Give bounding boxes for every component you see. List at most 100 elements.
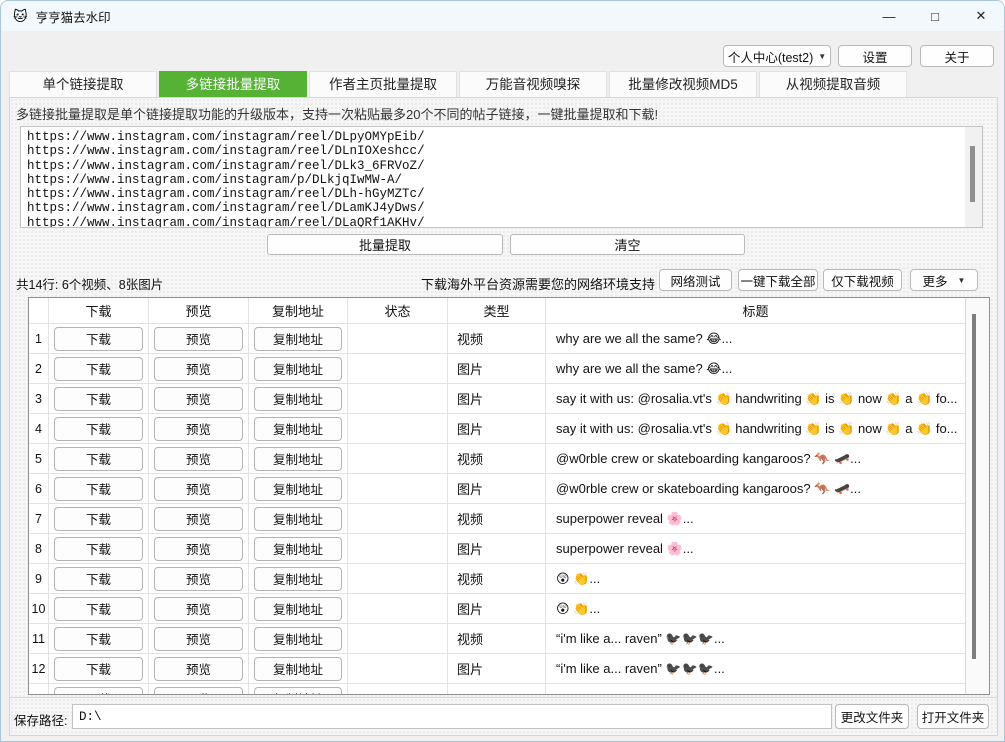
url-input-box[interactable]: https://www.instagram.com/instagram/reel…	[20, 126, 983, 228]
copy-link-button[interactable]: 复制地址	[254, 387, 342, 411]
download-button[interactable]: 下载	[54, 357, 143, 381]
copy-link-button[interactable]: 复制地址	[254, 567, 342, 591]
title-cell: 😲 👏...	[546, 564, 965, 593]
download-button[interactable]: 下载	[54, 627, 143, 651]
copy-link-button[interactable]: 复制地址	[254, 627, 342, 651]
preview-button[interactable]: 预览	[154, 537, 243, 561]
preview-button[interactable]: 预览	[154, 417, 243, 441]
row-number: 4	[29, 414, 49, 443]
tab-extract-audio-from-video[interactable]: 从视频提取音频	[759, 71, 907, 97]
maximize-button[interactable]: □	[912, 1, 958, 31]
download-button[interactable]: 下载	[54, 327, 143, 351]
clear-button[interactable]: 清空	[510, 234, 745, 255]
table-row: 3 下载 预览 复制地址 图片 say it with us: @rosalia…	[29, 384, 965, 414]
more-dropdown-button[interactable]: 更多 ▼	[910, 269, 978, 291]
open-folder-button[interactable]: 打开文件夹	[917, 704, 989, 729]
title-cell: say it with us: @rosalia.vt's 👏 handwrit…	[546, 384, 965, 413]
copy-link-button[interactable]: 复制地址	[254, 357, 342, 381]
url-scrollbar[interactable]	[965, 127, 982, 227]
preview-button[interactable]: 预览	[154, 687, 243, 695]
copy-link-button[interactable]: 复制地址	[254, 597, 342, 621]
download-button[interactable]: 下载	[54, 447, 143, 471]
row-number: 5	[29, 444, 49, 473]
download-button[interactable]: 下载	[54, 597, 143, 621]
save-path-label: 保存路径:	[14, 710, 67, 729]
table-row: 10 下载 预览 复制地址 图片 😲 👏...	[29, 594, 965, 624]
change-folder-button[interactable]: 更改文件夹	[835, 704, 909, 729]
type-cell: 图片	[448, 534, 546, 563]
results-table-body: 下载 预览 复制地址 状态 类型 标题 1 下载 预览 复制地址 视频 why …	[29, 298, 965, 694]
row-number: 2	[29, 354, 49, 383]
download-button[interactable]: 下载	[54, 507, 143, 531]
status-cell	[348, 414, 448, 443]
col-type-header: 类型	[448, 298, 546, 323]
title-cell: 😲 👏...	[546, 594, 965, 623]
status-cell	[348, 474, 448, 503]
preview-button[interactable]: 预览	[154, 387, 243, 411]
preview-button[interactable]: 预览	[154, 357, 243, 381]
download-all-button[interactable]: 一键下载全部	[738, 269, 818, 291]
table-row: 6 下载 预览 复制地址 图片 @w0rble crew or skateboa…	[29, 474, 965, 504]
copy-link-button[interactable]: 复制地址	[254, 537, 342, 561]
status-cell	[348, 564, 448, 593]
preview-button[interactable]: 预览	[154, 657, 243, 681]
type-cell: 视频	[448, 324, 546, 353]
copy-link-button[interactable]: 复制地址	[254, 507, 342, 531]
tab-single-link-extract[interactable]: 单个链接提取	[9, 71, 157, 97]
save-path-input[interactable]	[72, 704, 832, 729]
copy-link-button[interactable]: 复制地址	[254, 657, 342, 681]
download-button[interactable]: 下载	[54, 417, 143, 441]
batch-extract-button[interactable]: 批量提取	[267, 234, 503, 255]
window-controls: — □ ✕	[866, 1, 1004, 31]
download-button[interactable]: 下载	[54, 477, 143, 501]
tab-universal-media-sniffer[interactable]: 万能音视频嗅探	[459, 71, 607, 97]
close-button[interactable]: ✕	[958, 1, 1004, 31]
title-cell	[546, 684, 965, 694]
preview-button[interactable]: 预览	[154, 627, 243, 651]
account-menu-button[interactable]: 个人中心(test2) ▼	[723, 45, 831, 67]
about-button[interactable]: 关于	[920, 45, 994, 67]
copy-link-button[interactable]: 复制地址	[254, 447, 342, 471]
preview-button[interactable]: 预览	[154, 507, 243, 531]
row-number: 9	[29, 564, 49, 593]
download-video-only-button[interactable]: 仅下载视频	[823, 269, 902, 291]
download-button[interactable]: 下载	[54, 537, 143, 561]
preview-button[interactable]: 预览	[154, 327, 243, 351]
tab-author-homepage-batch-extract[interactable]: 作者主页批量提取	[309, 71, 457, 97]
network-test-button[interactable]: 网络测试	[659, 269, 732, 291]
copy-link-button[interactable]: 复制地址	[254, 477, 342, 501]
title-cell: say it with us: @rosalia.vt's 👏 handwrit…	[546, 414, 965, 443]
table-row: 12 下载 预览 复制地址 图片 “i'm like a... raven” 🐦…	[29, 654, 965, 684]
col-number-header	[29, 298, 49, 323]
copy-link-button[interactable]: 复制地址	[254, 687, 342, 695]
tab-multi-link-batch-extract[interactable]: 多链接批量提取	[159, 71, 307, 97]
download-button[interactable]: 下载	[54, 387, 143, 411]
url-textarea[interactable]: https://www.instagram.com/instagram/reel…	[21, 127, 965, 227]
row-number: 11	[29, 624, 49, 653]
preview-button[interactable]: 预览	[154, 477, 243, 501]
title-cell: “i'm like a... raven” 🐦‍⬛🐦‍⬛🐦‍⬛...	[546, 624, 965, 653]
tab-batch-modify-video-md5[interactable]: 批量修改视频MD5	[609, 71, 757, 97]
copy-link-button[interactable]: 复制地址	[254, 417, 342, 441]
download-button[interactable]: 下载	[54, 687, 143, 695]
type-cell: 图片	[448, 654, 546, 683]
row-number: 6	[29, 474, 49, 503]
preview-button[interactable]: 预览	[154, 447, 243, 471]
settings-button[interactable]: 设置	[838, 45, 912, 67]
type-cell	[448, 684, 546, 694]
chevron-down-icon: ▼	[958, 276, 966, 285]
preview-button[interactable]: 预览	[154, 567, 243, 591]
url-scrollbar-thumb[interactable]	[970, 146, 975, 202]
row-number: 1	[29, 324, 49, 353]
intro-text: 多链接批量提取是单个链接提取功能的升级版本，支持一次粘贴最多20个不同的帖子链接…	[16, 104, 658, 123]
copy-link-button[interactable]: 复制地址	[254, 327, 342, 351]
download-button[interactable]: 下载	[54, 657, 143, 681]
status-cell	[348, 354, 448, 383]
download-button[interactable]: 下载	[54, 567, 143, 591]
table-scrollbar[interactable]	[965, 298, 989, 694]
minimize-button[interactable]: —	[866, 1, 912, 31]
row-number: 12	[29, 654, 49, 683]
preview-button[interactable]: 预览	[154, 597, 243, 621]
table-row: 8 下载 预览 复制地址 图片 superpower reveal 🌸...	[29, 534, 965, 564]
table-scrollbar-thumb[interactable]	[972, 314, 976, 659]
